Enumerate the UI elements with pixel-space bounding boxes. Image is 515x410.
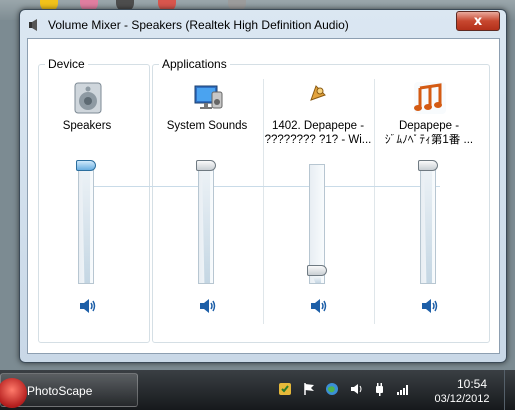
system-sounds-icon[interactable] <box>192 82 224 114</box>
volume-slider-thumb[interactable] <box>76 160 96 171</box>
mixer-client-area: Device Applications Speakers System Soun… <box>27 38 500 354</box>
channel-system-sounds: System Sounds <box>152 39 262 329</box>
clock-time[interactable]: 10:54 <box>447 377 497 391</box>
mute-speaker-icon[interactable] <box>199 298 217 314</box>
mute-speaker-icon[interactable] <box>310 298 328 314</box>
volume-fill <box>202 165 210 283</box>
volume-track <box>420 164 436 284</box>
close-button[interactable]: x <box>456 11 500 31</box>
channel-label-line2: ｼﾞﾑﾉﾍﾟﾃｨ第1番 ... <box>384 134 474 146</box>
channel-label: System Sounds <box>166 120 248 132</box>
speaker-device-icon[interactable] <box>72 82 104 114</box>
clock-date[interactable]: 03/12/2012 <box>427 393 497 405</box>
volume-slider-thumb[interactable] <box>196 160 216 171</box>
taskbar-button-label: PhotoScape <box>27 384 93 398</box>
volume-slider-thumb[interactable] <box>418 160 438 171</box>
channel-label-line1: 1402. Depapepe - <box>271 120 365 132</box>
channel-label: Speakers <box>62 120 112 132</box>
channel-label-line2: ???????? ?1? - Wi... <box>264 134 372 146</box>
close-icon: x <box>473 13 483 29</box>
channel-speakers: Speakers <box>32 39 142 329</box>
volume-mixer-window: Volume Mixer - Speakers (Realtek High De… <box>19 9 507 363</box>
speaker-tray-icon[interactable] <box>350 382 364 396</box>
power-plug-icon[interactable] <box>373 382 387 396</box>
action-center-flag-icon[interactable] <box>302 382 316 396</box>
channel-music: Depapepe - ｼﾞﾑﾉﾍﾟﾃｨ第1番 ... <box>374 39 484 329</box>
globe-network-icon[interactable] <box>325 382 339 396</box>
speaker-title-icon <box>29 19 37 31</box>
show-desktop-button[interactable] <box>504 370 515 410</box>
mute-speaker-icon[interactable] <box>79 298 97 314</box>
signal-bars-icon[interactable] <box>396 382 410 396</box>
music-notes-icon[interactable] <box>414 82 446 114</box>
mute-speaker-icon[interactable] <box>421 298 439 314</box>
photoscape-icon <box>0 378 27 408</box>
volume-track <box>78 164 94 284</box>
volume-fill <box>82 165 90 283</box>
volume-fill <box>424 165 432 283</box>
security-shield-icon[interactable] <box>278 382 292 396</box>
taskbar: PhotoScape 10:54 03/12/2012 <box>0 370 515 410</box>
channel-media-app: 1402. Depapepe - ???????? ?1? - Wi... <box>263 39 373 329</box>
volume-track <box>198 164 214 284</box>
media-app-icon[interactable] <box>307 82 329 104</box>
taskbar-button-photoscape[interactable]: PhotoScape <box>0 373 138 408</box>
title-bar[interactable]: Volume Mixer - Speakers (Realtek High De… <box>20 10 506 38</box>
channel-label-line1: Depapepe - <box>398 120 460 132</box>
volume-slider-thumb[interactable] <box>307 265 327 276</box>
window-title: Volume Mixer - Speakers (Realtek High De… <box>48 18 349 32</box>
volume-fill <box>313 277 321 283</box>
